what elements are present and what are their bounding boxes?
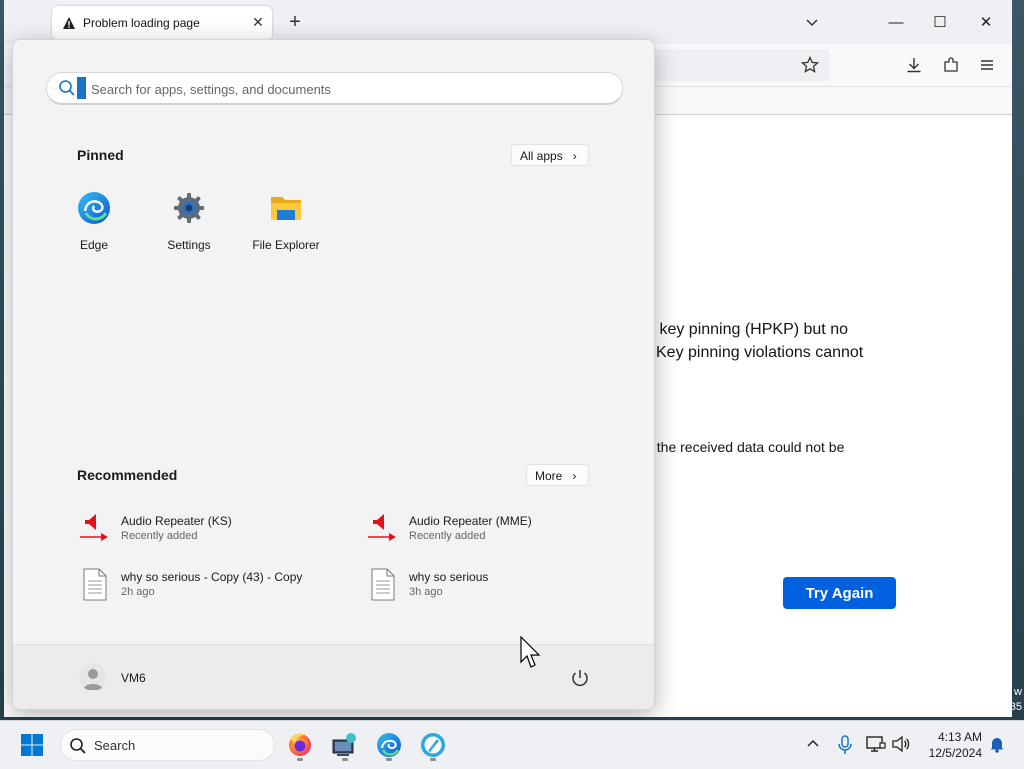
windows-logo-icon [21, 734, 43, 756]
maximize-icon[interactable]: ☐ [920, 10, 960, 36]
pinned-app-edge[interactable]: Edge [49, 191, 139, 252]
taskbar-app[interactable] [329, 729, 361, 761]
network-app-icon [332, 733, 356, 756]
close-window-icon[interactable]: ✕ [966, 10, 1006, 36]
extensions-icon[interactable] [942, 56, 960, 74]
running-indicator [386, 758, 392, 761]
try-again-button[interactable]: Try Again [783, 577, 896, 609]
clock[interactable]: 4:13 AM 12/5/2024 [918, 729, 982, 761]
mouse-cursor-icon [520, 636, 541, 668]
microphone-icon[interactable] [836, 735, 854, 755]
text-caret [77, 77, 86, 99]
minimize-icon[interactable]: — [876, 10, 916, 36]
chevron-right-icon: › [572, 149, 577, 163]
edge-icon [377, 733, 401, 757]
new-tab-icon[interactable]: + [284, 11, 306, 33]
recommended-title: Recommended [77, 467, 178, 483]
all-apps-label: All apps [520, 149, 563, 163]
bookmark-star-icon[interactable] [801, 56, 819, 74]
document-icon [371, 568, 395, 601]
audio-repeater-icon [368, 514, 396, 541]
running-indicator [430, 758, 436, 761]
browser-tab-bar: Problem loading page ✕ + — ☐ ✕ [4, 0, 1012, 44]
recommended-name: Audio Repeater (KS) [121, 514, 232, 528]
pinned-app-file-explorer[interactable]: File Explorer [241, 191, 331, 252]
search-icon [59, 80, 75, 96]
taskbar-search-label: Search [94, 738, 136, 753]
pinned-app-label: Settings [167, 238, 211, 252]
settings-gear-icon [174, 193, 204, 223]
recommended-name: Audio Repeater (MME) [409, 514, 532, 528]
recommended-name: why so serious [409, 570, 489, 584]
edge-icon [78, 192, 110, 224]
user-name[interactable]: VM6 [121, 671, 146, 685]
menu-icon[interactable] [978, 56, 996, 74]
taskbar: Search 4:13 AM 12/5/2024 [0, 720, 1024, 769]
chevron-up-icon[interactable] [804, 735, 822, 753]
taskbar-app[interactable] [417, 729, 449, 761]
start-button[interactable] [16, 729, 48, 761]
clock-date: 12/5/2024 [928, 746, 982, 760]
audio-repeater-icon [80, 514, 108, 541]
power-icon[interactable] [569, 667, 591, 689]
chevron-right-icon: › [572, 469, 577, 483]
more-button[interactable]: More › [526, 464, 589, 486]
close-tab-icon[interactable]: ✕ [248, 12, 268, 32]
error-text: f the received data could not be [649, 439, 845, 455]
taskbar-firefox[interactable] [284, 729, 316, 761]
error-text: s key pinning (HPKP) but no [647, 321, 848, 338]
error-text: Key pinning violations cannot [656, 344, 864, 361]
tab-title: Problem loading page [83, 16, 200, 30]
list-tabs-icon[interactable] [802, 12, 822, 32]
app-icon [421, 733, 445, 757]
firefox-icon [289, 733, 311, 756]
recommended-name: why so serious - Copy (43) - Copy [121, 570, 303, 584]
recommended-sub: Recently added [121, 530, 198, 542]
running-indicator [342, 758, 348, 761]
start-search-input[interactable] [89, 77, 613, 101]
running-indicator [297, 758, 303, 761]
start-footer: VM6 [13, 644, 654, 709]
folder-icon [271, 197, 301, 220]
user-icon [83, 669, 103, 690]
avatar[interactable] [79, 663, 107, 691]
volume-icon[interactable] [891, 735, 911, 753]
browser-tab[interactable]: Problem loading page ✕ [52, 6, 272, 40]
downloads-icon[interactable] [905, 56, 923, 74]
clock-time: 4:13 AM [937, 730, 982, 744]
notification-bell-icon[interactable] [988, 735, 1006, 753]
recommended-sub: 3h ago [409, 586, 443, 598]
search-icon [70, 738, 86, 754]
document-icon [83, 568, 107, 601]
start-menu: Pinned All apps › Edge Settings [12, 39, 655, 710]
start-search-box[interactable] [46, 72, 623, 105]
taskbar-search[interactable]: Search [60, 729, 275, 761]
warning-icon [63, 17, 75, 29]
pinned-app-label: File Explorer [252, 238, 320, 252]
all-apps-button[interactable]: All apps › [511, 144, 589, 166]
recommended-sub: Recently added [409, 530, 486, 542]
pinned-title: Pinned [77, 147, 124, 163]
desktop-edge-text: w [1014, 686, 1022, 698]
pinned-app-settings[interactable]: Settings [144, 191, 234, 252]
recommended-sub: 2h ago [121, 586, 155, 598]
pinned-app-label: Edge [79, 238, 109, 252]
taskbar-edge[interactable] [373, 729, 405, 761]
more-label: More [535, 469, 563, 483]
network-icon[interactable] [866, 735, 886, 753]
